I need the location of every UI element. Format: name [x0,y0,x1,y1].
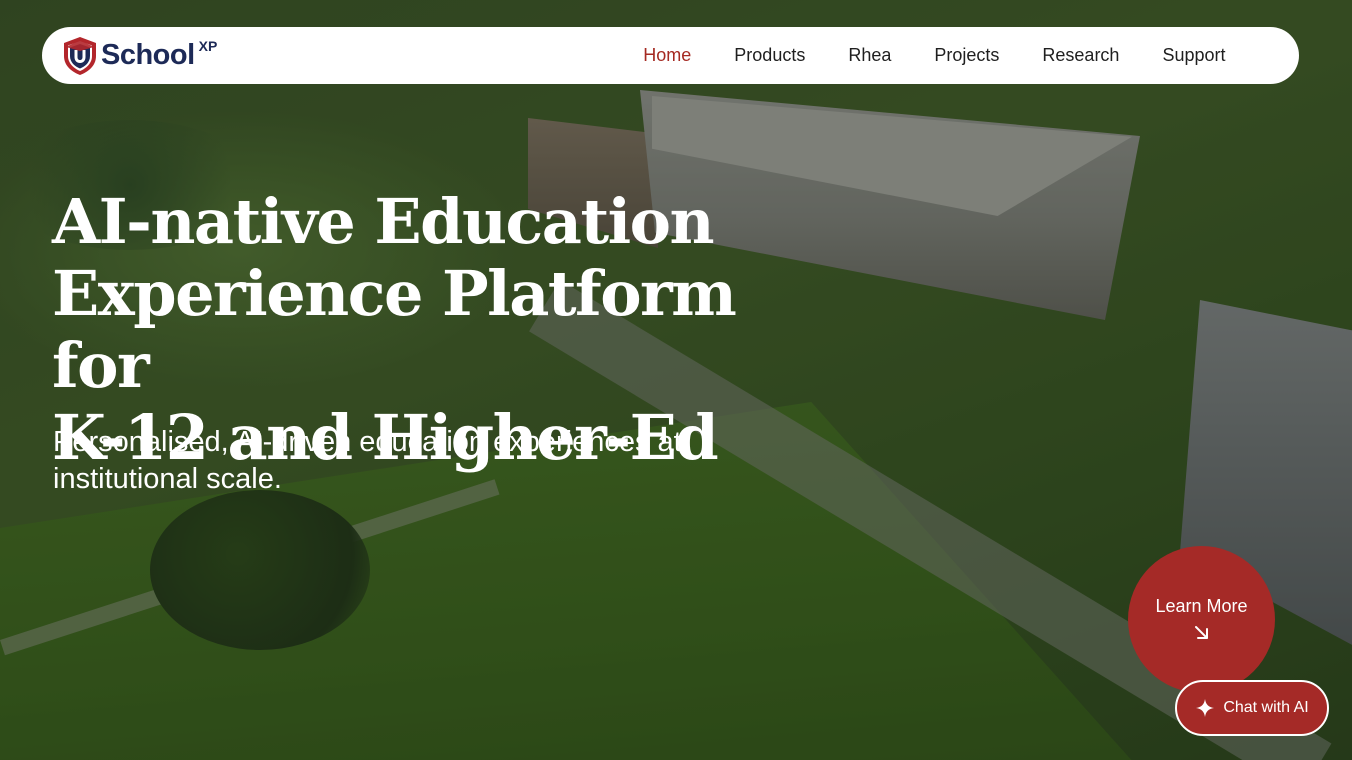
nav-links: Home Products Rhea Projects Research Sup… [622,45,1247,66]
hero-headline-line-2: Experience Platform for [52,257,737,402]
nav-projects[interactable]: Projects [913,45,1021,66]
learn-more-label: Learn More [1155,596,1248,616]
chat-with-ai-button[interactable]: Chat with AI [1175,680,1329,736]
hero-subheadline: Personalised, AI-driven education experi… [53,424,793,498]
hero-headline-line-1: AI-native Education [52,185,715,258]
chat-with-ai-label: Chat with AI [1223,699,1309,716]
learn-more-button[interactable]: Learn More [1128,546,1275,693]
nav-support[interactable]: Support [1141,45,1247,66]
hero-subheadline-line-2: institutional scale. [53,463,282,495]
brand-name: School [101,39,195,71]
brand-superscript: XP [198,37,218,54]
arrow-down-right-icon [1194,626,1208,639]
top-navbar: School XP Home Products Rhea Projects Re… [42,27,1299,84]
nav-products[interactable]: Products [713,45,827,66]
nav-research[interactable]: Research [1021,45,1141,66]
nav-home[interactable]: Home [622,45,713,66]
hero-subheadline-line-1: Personalised, AI-driven education experi… [53,426,682,458]
brand-logo[interactable]: School XP [62,36,217,76]
shield-u-icon [64,36,96,75]
nav-rhea[interactable]: Rhea [827,45,913,66]
sparkle-icon [1196,699,1215,717]
